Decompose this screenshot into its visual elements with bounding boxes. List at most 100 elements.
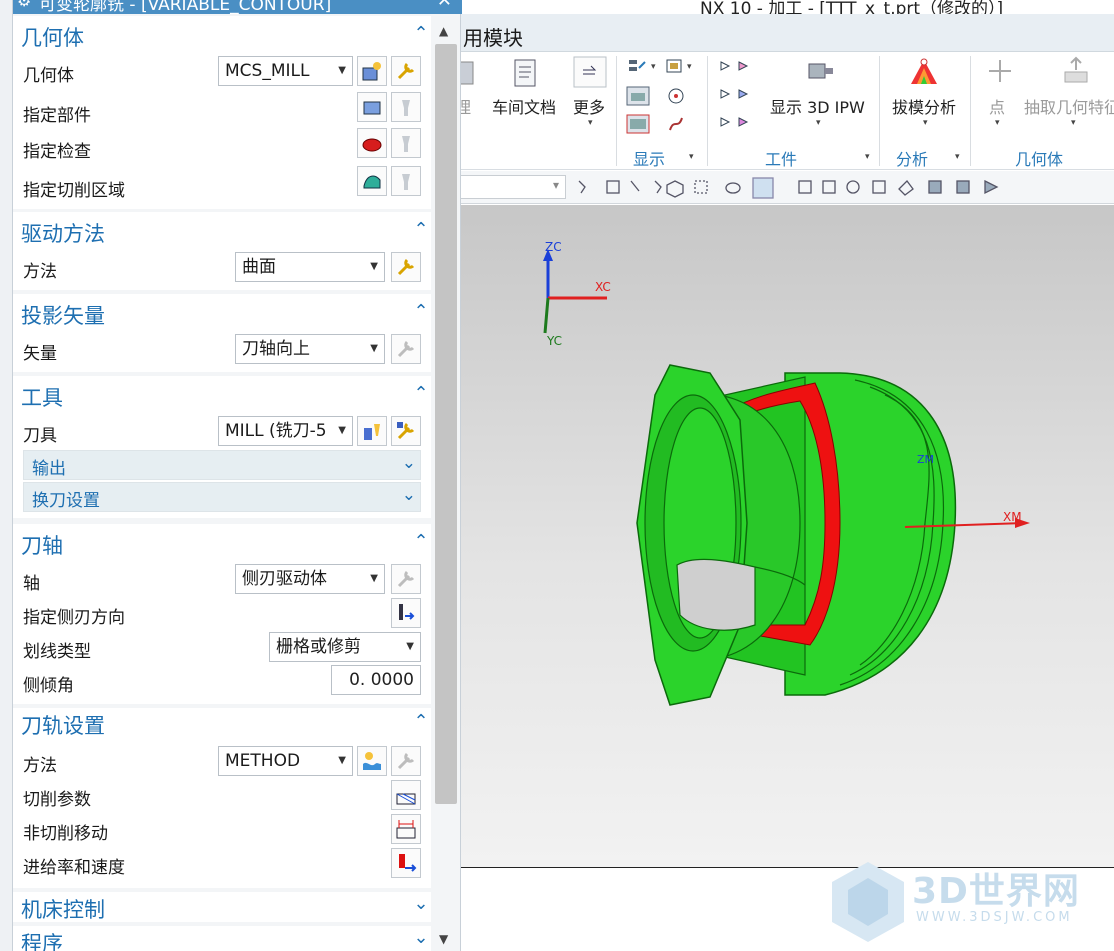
- section-title-projection-vector[interactable]: 投影矢量: [21, 300, 105, 330]
- show-3d-ipw-button[interactable]: 显示 3D IPW: [770, 94, 865, 118]
- draft-analysis-button[interactable]: 拔模分析: [892, 94, 956, 118]
- tilt-angle-label: 侧倾角: [23, 676, 74, 696]
- tilt-angle-input[interactable]: 0. 0000: [331, 665, 421, 695]
- new-tool-icon: [364, 424, 380, 440]
- point-icon[interactable]: [987, 58, 1013, 84]
- ipw-icon[interactable]: [803, 58, 837, 86]
- show-part-button[interactable]: [391, 92, 421, 122]
- pattern-type-select[interactable]: 栅格或修剪 ▼: [269, 632, 421, 662]
- gear-icon[interactable]: ⚙: [17, 0, 31, 10]
- check-geometry-icon: [362, 138, 382, 152]
- cut-params-button[interactable]: [391, 780, 421, 810]
- section-machine-control: 机床控制 ⌄: [13, 892, 431, 922]
- edit-drive-method-button[interactable]: [391, 252, 421, 282]
- section-title-tool[interactable]: 工具: [21, 382, 63, 412]
- scrollbar-thumb[interactable]: [435, 44, 457, 804]
- edit-vector-button[interactable]: [391, 334, 421, 364]
- wrench-icon: [397, 752, 415, 770]
- shop-docs-button[interactable]: 车间文档: [492, 94, 556, 118]
- collapse-drive-icon[interactable]: ⌃: [411, 220, 431, 240]
- edit-geometry-button[interactable]: [391, 56, 421, 86]
- display-tool-icon-2[interactable]: [665, 58, 687, 76]
- vector-select[interactable]: 刀轴向上 ▼: [235, 334, 385, 364]
- point-button[interactable]: 点: [989, 94, 1005, 118]
- extract-geometry-icon[interactable]: [1059, 56, 1093, 88]
- selection-toolbar: [455, 171, 1114, 204]
- graphics-viewport[interactable]: ZC XC YC XM ZM: [455, 205, 1114, 867]
- section-title-program[interactable]: 程序: [21, 928, 63, 951]
- yc-label: YC: [546, 334, 562, 348]
- section-title-machine-control[interactable]: 机床控制: [21, 894, 105, 924]
- drive-method-select[interactable]: 曲面 ▼: [235, 252, 385, 282]
- path-method-select[interactable]: METHOD ▼: [218, 746, 353, 776]
- drive-method-label: 方法: [23, 262, 57, 282]
- workpiece-icon-3[interactable]: [719, 114, 755, 132]
- shop-docs-icon[interactable]: [511, 58, 541, 90]
- extract-geometry-button[interactable]: 抽取几何特征: [1024, 94, 1114, 118]
- tool-change-label: 换刀设置: [32, 491, 100, 511]
- tool-select[interactable]: MILL (铣刀-5 ▼: [218, 416, 353, 446]
- close-icon[interactable]: ✕: [437, 0, 452, 11]
- expand-machine-icon[interactable]: ⌄: [411, 894, 431, 914]
- scroll-down-icon[interactable]: ▼: [439, 932, 448, 946]
- show-cut-area-button[interactable]: [391, 166, 421, 196]
- more-dropdown-icon[interactable]: ▾: [588, 118, 593, 128]
- pattern-type-label: 划线类型: [23, 642, 91, 662]
- section-title-path-settings[interactable]: 刀轨设置: [21, 710, 105, 740]
- edit-tool-button[interactable]: [391, 416, 421, 446]
- zm-label: ZM: [917, 453, 934, 466]
- section-title-geometry[interactable]: 几何体: [21, 22, 84, 52]
- dialog-titlebar[interactable]: ⚙ 可变轮廓铣 - [VARIABLE_CONTOUR] ✕: [13, 0, 462, 15]
- tab-application-modules[interactable]: 用模块: [463, 22, 523, 51]
- draft-analysis-icon[interactable]: [907, 56, 941, 90]
- edit-method-button[interactable]: [391, 746, 421, 776]
- collapse-path-icon[interactable]: ⌃: [411, 712, 431, 732]
- dialog-title: 可变轮廓铣 - [VARIABLE_CONTOUR]: [39, 0, 332, 15]
- type-filter-combo[interactable]: [459, 175, 566, 199]
- collapse-geometry-icon[interactable]: ⌃: [411, 24, 431, 44]
- workpiece-group-label: 工件: [765, 150, 798, 169]
- collapse-tool-axis-icon[interactable]: ⌃: [411, 532, 431, 552]
- flashlight-icon: [402, 174, 410, 190]
- collapse-projection-icon[interactable]: ⌃: [411, 302, 431, 322]
- axis-label: 轴: [23, 574, 40, 594]
- collapse-tool-icon[interactable]: ⌃: [411, 384, 431, 404]
- section-title-drive-method[interactable]: 驱动方法: [21, 218, 105, 248]
- display-tool-icon-5[interactable]: [626, 114, 650, 134]
- axis-select[interactable]: 侧刃驱动体 ▼: [235, 564, 385, 594]
- more-icon[interactable]: [573, 56, 607, 88]
- specify-part-button[interactable]: [357, 92, 387, 122]
- selection-toolbar-icons[interactable]: [573, 177, 1113, 199]
- new-method-button[interactable]: [357, 746, 387, 776]
- watermark-text: 3D世界网: [912, 871, 1080, 912]
- output-subpanel[interactable]: 输出 ⌄: [23, 450, 421, 480]
- display-tool-icon-3[interactable]: [626, 86, 650, 106]
- workpiece-icon-1[interactable]: [719, 58, 755, 76]
- specify-check-label: 指定检查: [23, 142, 91, 162]
- display-tool-icon-4[interactable]: [666, 86, 686, 106]
- tool-change-subpanel[interactable]: 换刀设置 ⌄: [23, 482, 421, 512]
- display-tool-icon-6[interactable]: [666, 114, 686, 134]
- dialog-scrollbar[interactable]: ▲ ▼: [431, 14, 459, 951]
- specify-side-direction-button[interactable]: [391, 598, 421, 628]
- new-tool-button[interactable]: [357, 416, 387, 446]
- scroll-up-icon[interactable]: ▲: [439, 24, 448, 38]
- new-geometry-button[interactable]: [357, 56, 387, 86]
- section-path-settings: 刀轨设置 ⌃ 方法 METHOD ▼ 切削参数 非切削移动 进给率和速度: [13, 708, 431, 888]
- geometry-select[interactable]: MCS_MILL ▼: [218, 56, 353, 86]
- section-title-tool-axis[interactable]: 刀轴: [21, 530, 63, 560]
- workpiece-icon-2[interactable]: [719, 86, 755, 104]
- specify-check-button[interactable]: [357, 128, 387, 158]
- specify-cut-area-button[interactable]: [357, 166, 387, 196]
- expand-program-icon[interactable]: ⌄: [411, 928, 431, 948]
- feeds-speeds-button[interactable]: [391, 848, 421, 878]
- watermark-url: WWW.3DSJW.COM: [916, 910, 1073, 925]
- part-model[interactable]: ZC XC YC XM ZM: [455, 205, 1114, 867]
- vector-label: 矢量: [23, 344, 57, 364]
- display-tool-icon-1[interactable]: [627, 58, 649, 76]
- variable-contour-dialog: ⚙ 可变轮廓铣 - [VARIABLE_CONTOUR] ✕ 几何体 ⌃ 几何体…: [12, 0, 462, 951]
- edit-axis-button[interactable]: [391, 564, 421, 594]
- non-cut-moves-button[interactable]: [391, 814, 421, 844]
- more-button[interactable]: 更多: [573, 94, 605, 118]
- show-check-button[interactable]: [391, 128, 421, 158]
